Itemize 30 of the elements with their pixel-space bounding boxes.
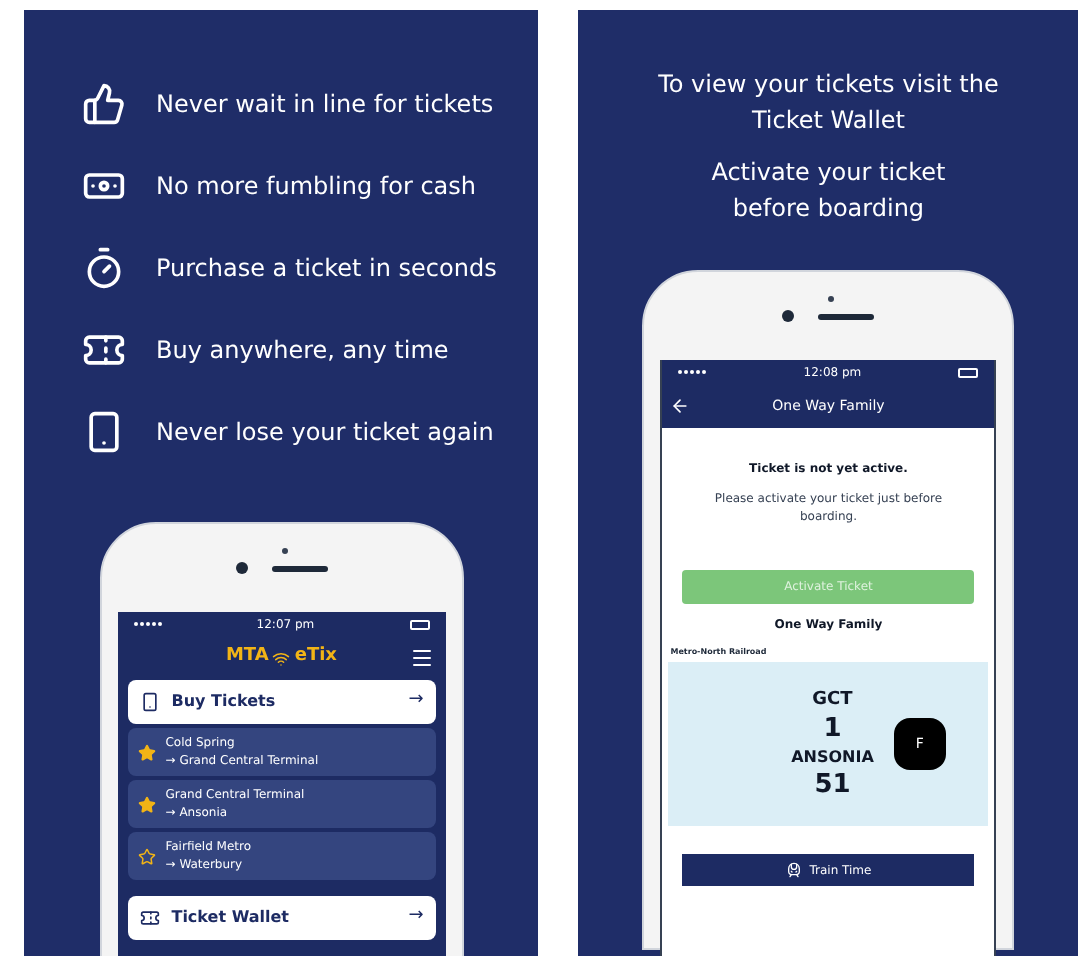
thumbs-up-icon: [82, 82, 126, 126]
timer-icon: [82, 246, 126, 290]
menu-icon[interactable]: [409, 646, 434, 670]
ticket-zone: 51: [814, 769, 851, 801]
feature-text: Buy anywhere, any time: [156, 334, 449, 368]
battery-icon: [958, 367, 979, 377]
camera-icon: [782, 310, 795, 322]
feature-text: Never wait in line for tickets: [156, 88, 494, 122]
camera-icon: [235, 562, 248, 574]
back-icon[interactable]: [670, 396, 691, 416]
train-icon: [785, 862, 802, 878]
logo-text: eTix: [294, 644, 337, 671]
feature-text: Purchase a ticket in seconds: [156, 252, 497, 286]
speaker-icon: [818, 313, 875, 319]
sensor-icon: [281, 548, 288, 554]
buy-tickets-button[interactable]: Buy Tickets →: [127, 680, 436, 724]
logo-text: MTA: [225, 644, 269, 671]
speaker-icon: [271, 565, 328, 571]
ticket-origin: GCT: [812, 687, 853, 713]
ticket-zone: 1: [823, 713, 842, 745]
sensor-icon: [828, 296, 835, 302]
ticket-destination: ANSONIA: [791, 745, 874, 769]
feature-text: No more fumbling for cash: [156, 170, 476, 204]
headline: Activate your ticket before boarding: [709, 156, 948, 226]
feature-text: Never lose your ticket again: [156, 416, 494, 450]
ticket-wallet-button[interactable]: Ticket Wallet →: [127, 896, 436, 940]
battery-icon: [409, 619, 430, 629]
phone-icon: [139, 692, 160, 712]
wifi-logo-icon: [272, 649, 291, 667]
headline: To view your tickets visit the Ticket Wallet: [656, 68, 1001, 138]
